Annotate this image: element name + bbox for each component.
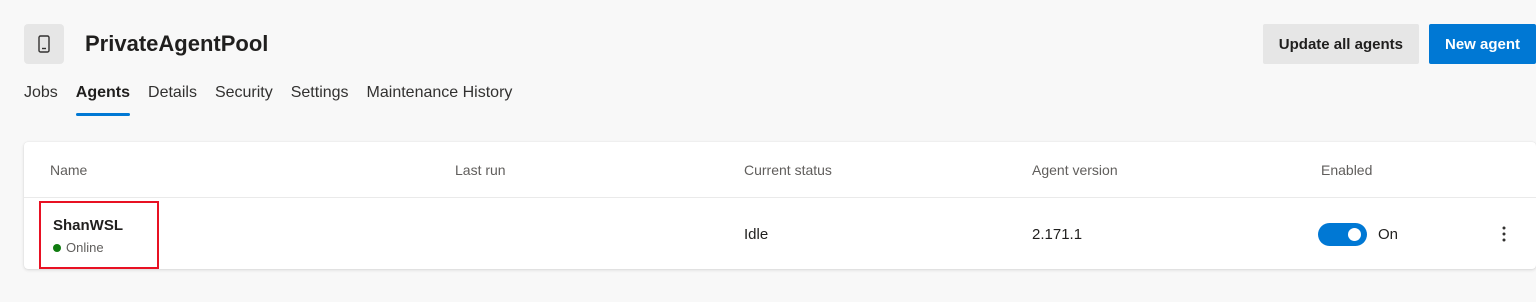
table-header: Name Last run Current status Agent versi… — [24, 142, 1536, 198]
table-row[interactable]: ShanWSL Online Idle 2.171.1 On — [24, 198, 1536, 269]
agents-table: Name Last run Current status Agent versi… — [24, 142, 1536, 269]
page-header: PrivateAgentPool — [24, 24, 268, 64]
column-header-enabled[interactable]: Enabled — [1321, 162, 1372, 178]
tab-settings[interactable]: Settings — [291, 84, 349, 116]
column-header-current-status[interactable]: Current status — [744, 162, 832, 178]
header-actions: Update all agents New agent — [1262, 24, 1536, 64]
column-header-agent-version[interactable]: Agent version — [1032, 162, 1118, 178]
tab-bar: Jobs Agents Details Security Settings Ma… — [24, 84, 530, 116]
tab-details[interactable]: Details — [148, 84, 197, 116]
new-agent-button[interactable]: New agent — [1428, 24, 1536, 64]
agent-state-label: Online — [66, 240, 104, 255]
phone-device-icon — [24, 24, 64, 64]
enabled-toggle[interactable] — [1318, 223, 1367, 246]
agent-status-online: Online — [53, 240, 157, 255]
online-status-dot-icon — [53, 243, 61, 252]
tab-agents[interactable]: Agents — [75, 84, 131, 116]
update-all-agents-button[interactable]: Update all agents — [1262, 24, 1419, 64]
agent-version-cell: 2.171.1 — [1032, 226, 1083, 243]
column-header-name[interactable]: Name — [50, 162, 87, 178]
enabled-cell: On — [1318, 223, 1398, 246]
current-status-cell: Idle — [744, 226, 769, 243]
agent-name-cell[interactable]: ShanWSL Online — [39, 201, 159, 269]
tab-jobs[interactable]: Jobs — [24, 84, 58, 116]
enabled-label: On — [1378, 226, 1399, 243]
tab-security[interactable]: Security — [215, 84, 273, 116]
column-header-last-run[interactable]: Last run — [455, 162, 506, 178]
agent-name[interactable]: ShanWSL — [53, 217, 157, 234]
more-options-icon[interactable] — [1492, 220, 1516, 248]
page-title: PrivateAgentPool — [85, 31, 269, 56]
toggle-knob — [1348, 228, 1361, 241]
tab-maintenance-history[interactable]: Maintenance History — [367, 84, 513, 116]
